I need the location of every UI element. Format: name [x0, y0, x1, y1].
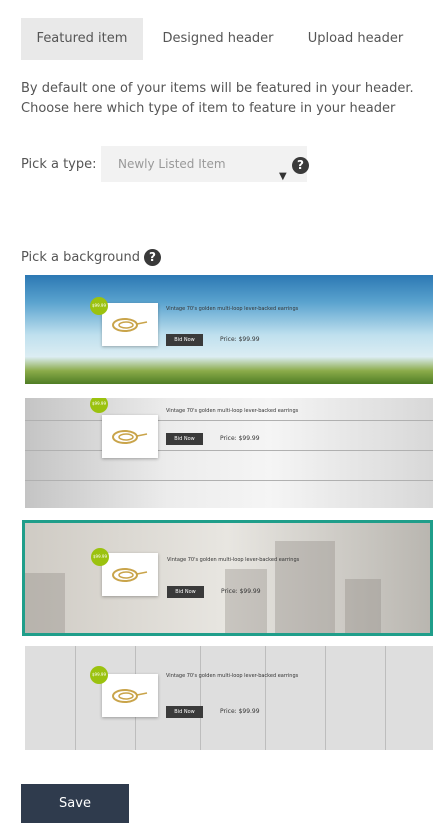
item-title: Vintage 70's golden multi-loop lever-bac… [167, 557, 300, 563]
bid-now-button: Bid Now [166, 334, 203, 346]
board-line [385, 646, 386, 750]
item-thumbnail [102, 674, 158, 717]
price-badge: $99.99 [90, 666, 108, 684]
price-badge: $99.99 [91, 548, 109, 566]
type-picker-label: Pick a type: [21, 156, 97, 172]
item-thumbnail [102, 553, 158, 596]
building-shape [275, 541, 335, 633]
earrings-icon [112, 317, 148, 332]
description: By default one of your items will be fea… [21, 79, 433, 119]
bid-now-button: Bid Now [166, 706, 203, 718]
tab-featured-item[interactable]: Featured item [21, 18, 143, 60]
chevron-down-icon: ▼ [279, 171, 287, 182]
background-option-sky[interactable]: $99.99 Vintage 70's golden multi-loop le… [25, 275, 433, 384]
background-option-city[interactable]: $99.99 Vintage 70's golden multi-loop le… [22, 520, 433, 636]
board-line [75, 646, 76, 750]
help-icon[interactable]: ? [292, 157, 309, 174]
board-line [325, 646, 326, 750]
earrings-icon [112, 429, 148, 444]
board-line [265, 646, 266, 750]
building-shape [225, 569, 267, 633]
building-shape [25, 573, 65, 633]
earrings-icon [112, 688, 148, 703]
item-price: Price: $99.99 [220, 435, 260, 442]
item-price: Price: $99.99 [220, 336, 260, 343]
board-line [200, 646, 201, 750]
item-price: Price: $99.99 [220, 708, 260, 715]
item-title: Vintage 70's golden multi-loop lever-bac… [166, 408, 299, 414]
price-badge: $99.99 [90, 398, 108, 413]
background-picker-row: Pick a background ? [21, 246, 161, 268]
header-type-tabs: Featured item Designed header Upload hea… [21, 18, 433, 60]
earrings-icon [112, 567, 148, 582]
background-option-white-wood[interactable]: $99.99 Vintage 70's golden multi-loop le… [25, 646, 433, 750]
type-picker-row: Pick a type: Newly Listed Item ▼ ? [21, 146, 309, 182]
type-select-value: Newly Listed Item [118, 157, 226, 171]
tab-designed-header[interactable]: Designed header [143, 18, 293, 60]
help-icon[interactable]: ? [143, 248, 161, 266]
item-title: Vintage 70's golden multi-loop lever-bac… [166, 306, 299, 312]
plank-line [25, 450, 433, 451]
price-badge: $99.99 [90, 297, 108, 315]
type-select[interactable]: Newly Listed Item ▼ [101, 146, 307, 182]
item-thumbnail [102, 303, 158, 346]
item-thumbnail [102, 415, 158, 458]
item-price: Price: $99.99 [221, 588, 261, 595]
plank-line [25, 420, 433, 421]
item-title: Vintage 70's golden multi-loop lever-bac… [166, 673, 299, 679]
tab-upload-header[interactable]: Upload header [293, 18, 418, 60]
description-line-1: By default one of your items will be fea… [21, 81, 414, 96]
save-button[interactable]: Save [21, 784, 129, 823]
bid-now-button: Bid Now [167, 586, 204, 598]
background-picker-label: Pick a background [21, 249, 140, 265]
bid-now-button: Bid Now [166, 433, 203, 445]
description-line-2: Choose here which type of item to featur… [21, 101, 396, 116]
plank-line [25, 480, 433, 481]
building-shape [345, 579, 381, 633]
background-option-light-wood[interactable]: $99.99 Vintage 70's golden multi-loop le… [25, 398, 433, 508]
